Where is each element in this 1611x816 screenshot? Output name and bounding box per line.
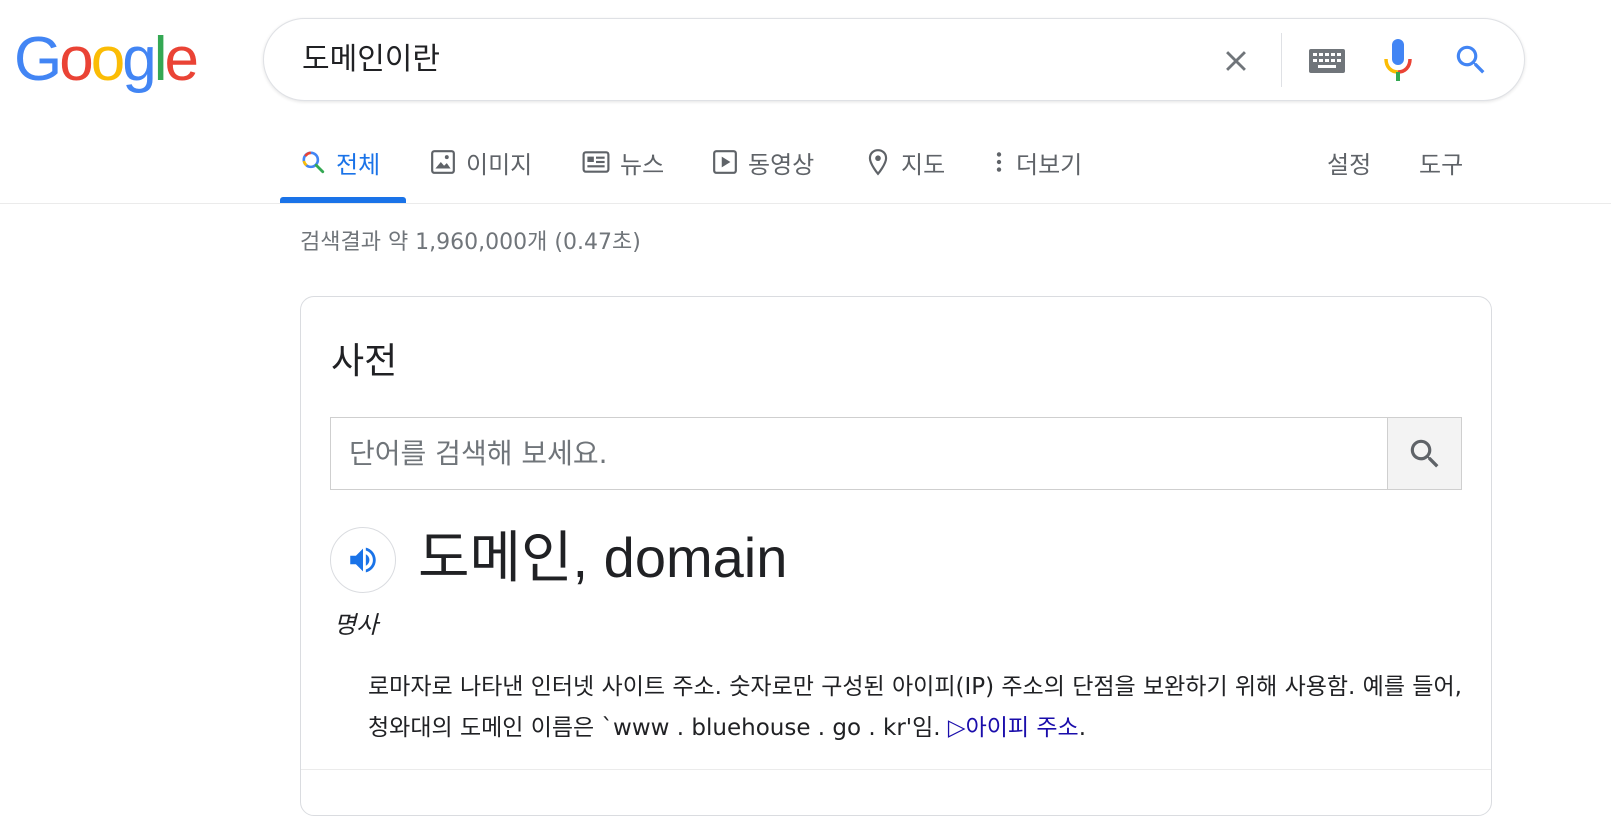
see-also-suffix: . — [1078, 715, 1087, 741]
search-icon[interactable] — [1452, 41, 1490, 79]
dictionary-search-input[interactable] — [330, 417, 1389, 490]
dictionary-card: 사전 도메인, domain 명사 로마자로 나타낸 인터넷 사이트 주소. 숫… — [300, 296, 1492, 816]
tab-label: 도구 — [1419, 150, 1464, 179]
pronunciation-button[interactable] — [330, 527, 396, 593]
tab-all[interactable]: 전체 — [300, 140, 380, 184]
location-pin-icon — [868, 149, 888, 176]
see-also-arrow: ▷ — [947, 715, 966, 741]
tabs-divider — [0, 203, 1611, 204]
tab-label: 이미지 — [466, 150, 533, 179]
tab-videos[interactable]: 동영상 — [712, 140, 814, 184]
tab-label: 더보기 — [1016, 150, 1083, 179]
search-icon — [1410, 439, 1438, 467]
search-icon — [302, 151, 325, 174]
tab-more[interactable]: 더보기 — [992, 140, 1082, 184]
more-vert-icon — [996, 152, 1002, 172]
tab-tools[interactable]: 도구 — [1419, 140, 1463, 184]
part-of-speech: 명사 — [334, 611, 379, 639]
tab-images[interactable]: 이미지 — [430, 140, 532, 184]
tab-label: 전체 — [336, 150, 381, 179]
logo-letter: l — [153, 25, 168, 94]
play-icon — [713, 150, 737, 174]
tab-label: 지도 — [901, 150, 946, 179]
news-icon — [582, 151, 610, 173]
definition-text: 로마자로 나타낸 인터넷 사이트 주소. 숫자로만 구성된 아이피(IP) 주소… — [368, 674, 1462, 741]
headword: 도메인, domain — [418, 526, 788, 589]
result-stats: 검색결과 약 1,960,000개 (0.47초) — [300, 230, 641, 255]
logo-letter: o — [59, 25, 94, 94]
microphone-icon[interactable] — [1383, 39, 1413, 81]
search-divider — [1281, 33, 1282, 87]
definition: 로마자로 나타낸 인터넷 사이트 주소. 숫자로만 구성된 아이피(IP) 주소… — [368, 667, 1468, 749]
search-box[interactable]: 도메인이란 — [263, 18, 1525, 101]
image-icon — [431, 150, 455, 174]
logo-letter: e — [164, 25, 199, 94]
tab-label: 뉴스 — [620, 150, 665, 179]
close-icon[interactable] — [1219, 44, 1253, 78]
keyboard-icon[interactable] — [1309, 49, 1345, 73]
tab-maps[interactable]: 지도 — [865, 140, 945, 184]
tab-label: 동영상 — [748, 150, 815, 179]
see-also-link[interactable]: 아이피 주소 — [966, 715, 1079, 741]
logo-letter: g — [122, 25, 157, 94]
tab-settings[interactable]: 설정 — [1327, 140, 1371, 184]
card-divider — [301, 769, 1491, 770]
logo-letter: o — [90, 25, 126, 94]
card-title: 사전 — [331, 341, 398, 382]
logo-letter: G — [14, 25, 62, 94]
dictionary-search-button[interactable] — [1387, 417, 1462, 490]
search-input[interactable]: 도메인이란 — [302, 41, 440, 79]
tab-news[interactable]: 뉴스 — [582, 140, 664, 184]
tab-label: 설정 — [1327, 150, 1372, 179]
speaker-icon — [350, 547, 376, 573]
google-logo[interactable]: Google — [14, 25, 199, 94]
